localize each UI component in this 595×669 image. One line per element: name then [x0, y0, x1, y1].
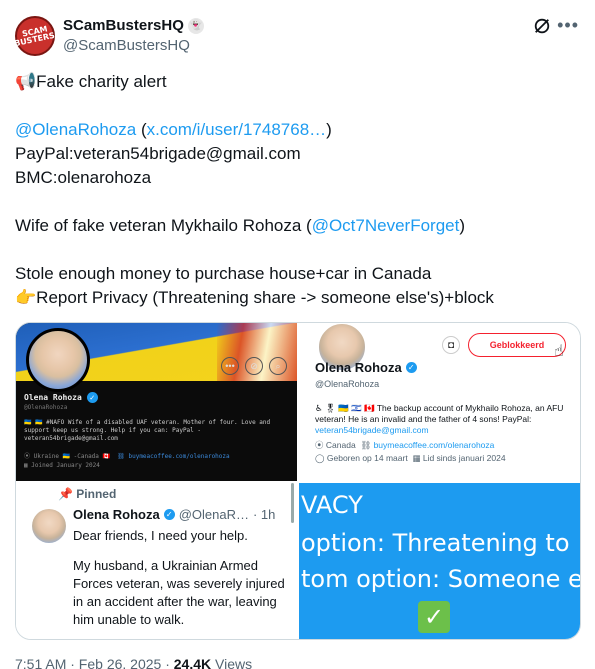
- post-name-row: Olena Rohoza ✓ @OlenaR… · 1h: [73, 507, 275, 522]
- media-image-1[interactable]: ••• ⊘ ⌕ Olena Rohoza ✓ @OlenaRohoza 🇺🇦 🇺…: [16, 323, 297, 481]
- profile-link: buymeacoffee.com/olenarohoza: [373, 440, 495, 450]
- verified-icon: ✓: [163, 509, 175, 520]
- more-options-icon[interactable]: •••: [557, 15, 579, 36]
- profile-bio-link: veteran54brigade@gmail.com: [315, 425, 429, 435]
- tweet-line: 📢Fake charity alert: [15, 70, 575, 94]
- tweet-timestamp[interactable]: 7:51 AM · Feb 26, 2025 ·: [15, 656, 174, 669]
- profile-joined: Lid sinds januari 2024: [422, 453, 506, 463]
- post-body-line: Dear friends, I need your help.: [73, 528, 248, 543]
- post-body-line: My husband, a Ukrainian Armed Forces vet…: [73, 558, 285, 627]
- calendar-icon: ▦: [412, 453, 421, 463]
- tweet-text: 📢Fake charity alert @OlenaRohoza (x.com/…: [15, 70, 575, 310]
- pinned-text: Pinned: [76, 487, 117, 501]
- mention-link[interactable]: @OlenaRohoza: [15, 120, 136, 139]
- grok-icon[interactable]: [533, 17, 551, 35]
- mention-link[interactable]: @Oct7NeverForget: [312, 216, 460, 235]
- tweet-line-text: Wife of fake veteran Mykhailo Rohoza (: [15, 216, 312, 235]
- author-avatar[interactable]: SCAM BUSTERS: [13, 16, 56, 56]
- tweet-line-text: Report Privacy (Threatening share -> som…: [36, 288, 494, 307]
- search-icon: ⌕: [269, 357, 287, 375]
- avatar-text: BUSTERS: [13, 30, 56, 49]
- grok-icon: ⊘: [245, 357, 263, 375]
- post-author-name: Olena Rohoza: [73, 507, 160, 522]
- profile-joined: Joined January 2024: [31, 462, 100, 469]
- paren: ): [459, 216, 465, 235]
- tweet-line-paypal: PayPal:veteran54brigade@gmail.com: [15, 144, 301, 163]
- media-image-2[interactable]: ◘ Geblokkeerd ☝ Olena Rohoza ✓ @OlenaRoho…: [299, 323, 580, 481]
- calendar-icon: ▦: [24, 462, 28, 469]
- profile-name: Olena Rohoza ✓: [24, 392, 98, 403]
- media-image-4[interactable]: VACY option: Threatening to tom option: …: [299, 483, 581, 639]
- profile-name: Olena Rohoza ✓: [315, 360, 417, 375]
- profile-bio: ♿ 🎖 🇺🇦 🇮🇱 🇨🇦 The backup account of Mykha…: [315, 403, 577, 436]
- profile-name-text: Olena Rohoza: [315, 360, 402, 375]
- profile-bio: 🇺🇦 🇺🇦 #NAFO Wife of a disabled UAF veter…: [24, 419, 271, 442]
- pin-icon: 📌: [58, 487, 73, 501]
- post-body: Dear friends, I need your help. My husba…: [73, 527, 291, 629]
- overlay-text: tom option: Someone e: [301, 565, 581, 593]
- views-count: 24.4K: [173, 656, 212, 669]
- pointing-hand-icon: 👉: [15, 288, 37, 308]
- tweet-footer: 7:51 AM · Feb 26, 2025 · 24.4K Views: [15, 656, 252, 669]
- link-icon: ⛓: [117, 453, 125, 460]
- profile-bio-text: ♿ 🎖 🇺🇦 🇮🇱 🇨🇦 The backup account of Mykha…: [315, 403, 564, 424]
- scrollbar: [291, 483, 294, 523]
- megaphone-icon: 📢: [15, 72, 37, 92]
- ghost-icon: 👻: [187, 17, 204, 34]
- profile-link: buymeacoffee.com/olenarohoza: [128, 453, 230, 460]
- profile-location: Ukraine 🇺🇦 -Canada 🇨🇦: [33, 453, 110, 460]
- views-label: Views: [211, 656, 253, 669]
- profile-actions: ••• ⊘ ⌕: [221, 357, 287, 375]
- verified-icon: ✓: [86, 392, 98, 403]
- profile-meta: ⦿ Canada ⛓ buymeacoffee.com/olenarohoza …: [315, 439, 577, 465]
- author-name-row[interactable]: SCamBustersHQ 👻: [63, 17, 204, 34]
- profile-name-text: Olena Rohoza: [24, 393, 82, 402]
- media-image-3[interactable]: 📌 Pinned Olena Rohoza ✓ @OlenaR… · 1h De…: [16, 483, 297, 639]
- media-grid: ••• ⊘ ⌕ Olena Rohoza ✓ @OlenaRohoza 🇺🇦 🇺…: [15, 322, 581, 640]
- hand-cursor-icon: ☝: [554, 343, 564, 360]
- profile-handle: @OlenaRohoza: [24, 404, 68, 411]
- camera-icon: ◘: [442, 336, 460, 354]
- post-avatar: [32, 509, 66, 543]
- overlay-text: option: Threatening to: [301, 529, 570, 557]
- tweet-line-text: Fake charity alert: [36, 72, 167, 91]
- more-icon: •••: [221, 357, 239, 375]
- tweet-header: SCAM BUSTERS SCamBustersHQ 👻 @ScamBuster…: [13, 13, 585, 63]
- post-author-handle: @OlenaR…: [178, 507, 249, 522]
- profile-born: Geboren op 14 maart: [326, 453, 408, 463]
- checkmark-icon: ✓: [418, 601, 450, 633]
- tweet-line-bmc: BMC:olenarohoza: [15, 168, 152, 187]
- tweet-line: 👉Report Privacy (Threatening share -> so…: [15, 286, 575, 310]
- profile-handle: @OlenaRohoza: [315, 379, 380, 389]
- location-icon: ⦿: [24, 453, 31, 460]
- blocked-button: Geblokkeerd: [468, 333, 566, 357]
- tweet-line-stole: Stole enough money to purchase house+car…: [15, 264, 432, 283]
- user-link[interactable]: x.com/i/user/1748768…: [147, 120, 327, 139]
- profile-avatar: [26, 328, 90, 392]
- link-icon: ⛓: [360, 440, 372, 450]
- author-display-name[interactable]: SCamBustersHQ: [63, 17, 184, 34]
- verified-icon: ✓: [405, 362, 417, 373]
- profile-meta: ⦿ Ukraine 🇺🇦 -Canada 🇨🇦 ⛓ buymeacoffee.c…: [24, 452, 294, 470]
- post-time: · 1h: [252, 507, 276, 522]
- pinned-label: 📌 Pinned: [58, 487, 116, 501]
- author-handle[interactable]: @ScamBustersHQ: [63, 37, 190, 54]
- tweet-line: Wife of fake veteran Mykhailo Rohoza (@O…: [15, 214, 575, 238]
- location-icon: ⦿: [315, 440, 324, 450]
- paren: ): [326, 120, 332, 139]
- overlay-text: VACY: [301, 491, 363, 519]
- tweet-line: @OlenaRohoza (x.com/i/user/1748768…): [15, 118, 575, 142]
- balloon-icon: ◯: [315, 453, 325, 463]
- profile-location: Canada: [325, 440, 356, 450]
